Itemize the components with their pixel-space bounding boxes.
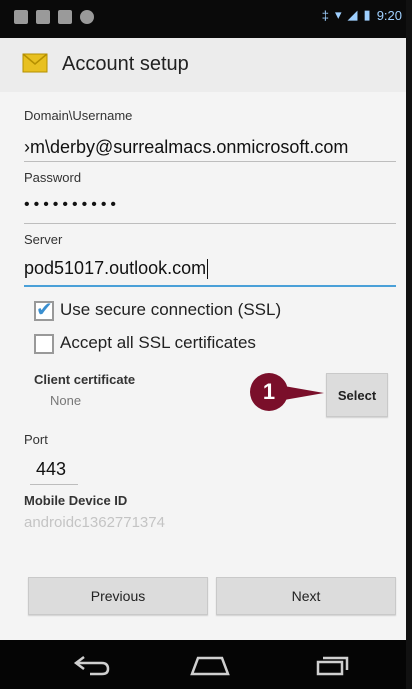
domain-username-field[interactable]: ›m\derby@surrealmacs.onmicrosoft.com [24, 137, 396, 158]
accept-ssl-checkbox[interactable] [34, 334, 54, 354]
server-field[interactable]: pod51017.outlook.com [24, 258, 396, 280]
callout-arrow [284, 386, 324, 400]
phone-screen: ‡ ▾ ◢ ▮ 9:20 Account setup Domain\Userna… [0, 0, 412, 689]
action-bar: Account setup [0, 38, 406, 93]
back-icon[interactable] [72, 654, 112, 676]
password-underline [24, 223, 396, 224]
navigation-bar [0, 640, 412, 689]
account-setup-form: Domain\Username ›m\derby@surrealmacs.onm… [0, 92, 406, 640]
notification-icons [14, 10, 94, 24]
email-app-icon[interactable] [20, 50, 50, 78]
notification-icon [36, 10, 50, 24]
bluetooth-icon: ‡ [321, 7, 329, 23]
home-icon[interactable] [188, 654, 232, 676]
server-label: Server [24, 232, 63, 247]
password-label: Password [24, 170, 82, 185]
domain-username-label: Domain\Username [24, 108, 133, 123]
password-field[interactable]: •••••••••• [24, 196, 396, 214]
mobile-device-id-label: Mobile Device ID [24, 493, 128, 508]
notification-icon [80, 10, 94, 24]
status-icons: ‡ ▾ ◢ ▮ 9:20 [322, 7, 402, 23]
port-label: Port [24, 432, 48, 447]
screen-edge [406, 0, 412, 689]
text-cursor [207, 259, 209, 280]
server-value: pod51017.outlook.com [24, 258, 207, 278]
callout-number-marker: 1 [250, 373, 288, 411]
notification-icon [14, 10, 28, 24]
accept-ssl-label: Accept all SSL certificates [60, 333, 256, 352]
clock: 9:20 [376, 7, 402, 23]
battery-icon: ▮ [363, 7, 371, 22]
previous-button[interactable]: Previous [28, 577, 208, 615]
signal-icon: ◢ [347, 7, 358, 22]
server-underline [24, 285, 396, 287]
screen-title: Account setup [62, 53, 189, 75]
notification-icon [58, 10, 72, 24]
client-certificate-label: Client certificate [34, 372, 136, 387]
domain-username-underline [24, 161, 396, 162]
status-bar: ‡ ▾ ◢ ▮ 9:20 [0, 0, 412, 38]
select-certificate-button[interactable]: Select [326, 373, 388, 417]
ssl-label: Use secure connection (SSL) [60, 300, 282, 319]
next-button[interactable]: Next [216, 577, 396, 615]
ssl-checkbox[interactable] [34, 297, 54, 322]
port-underline [30, 484, 78, 485]
recent-apps-icon[interactable] [314, 654, 350, 676]
client-certificate-value: None [50, 393, 82, 408]
wifi-icon: ▾ [335, 7, 342, 22]
mobile-device-id-value: androidc1362771374 [24, 514, 165, 531]
port-field[interactable]: 443 [36, 459, 96, 480]
